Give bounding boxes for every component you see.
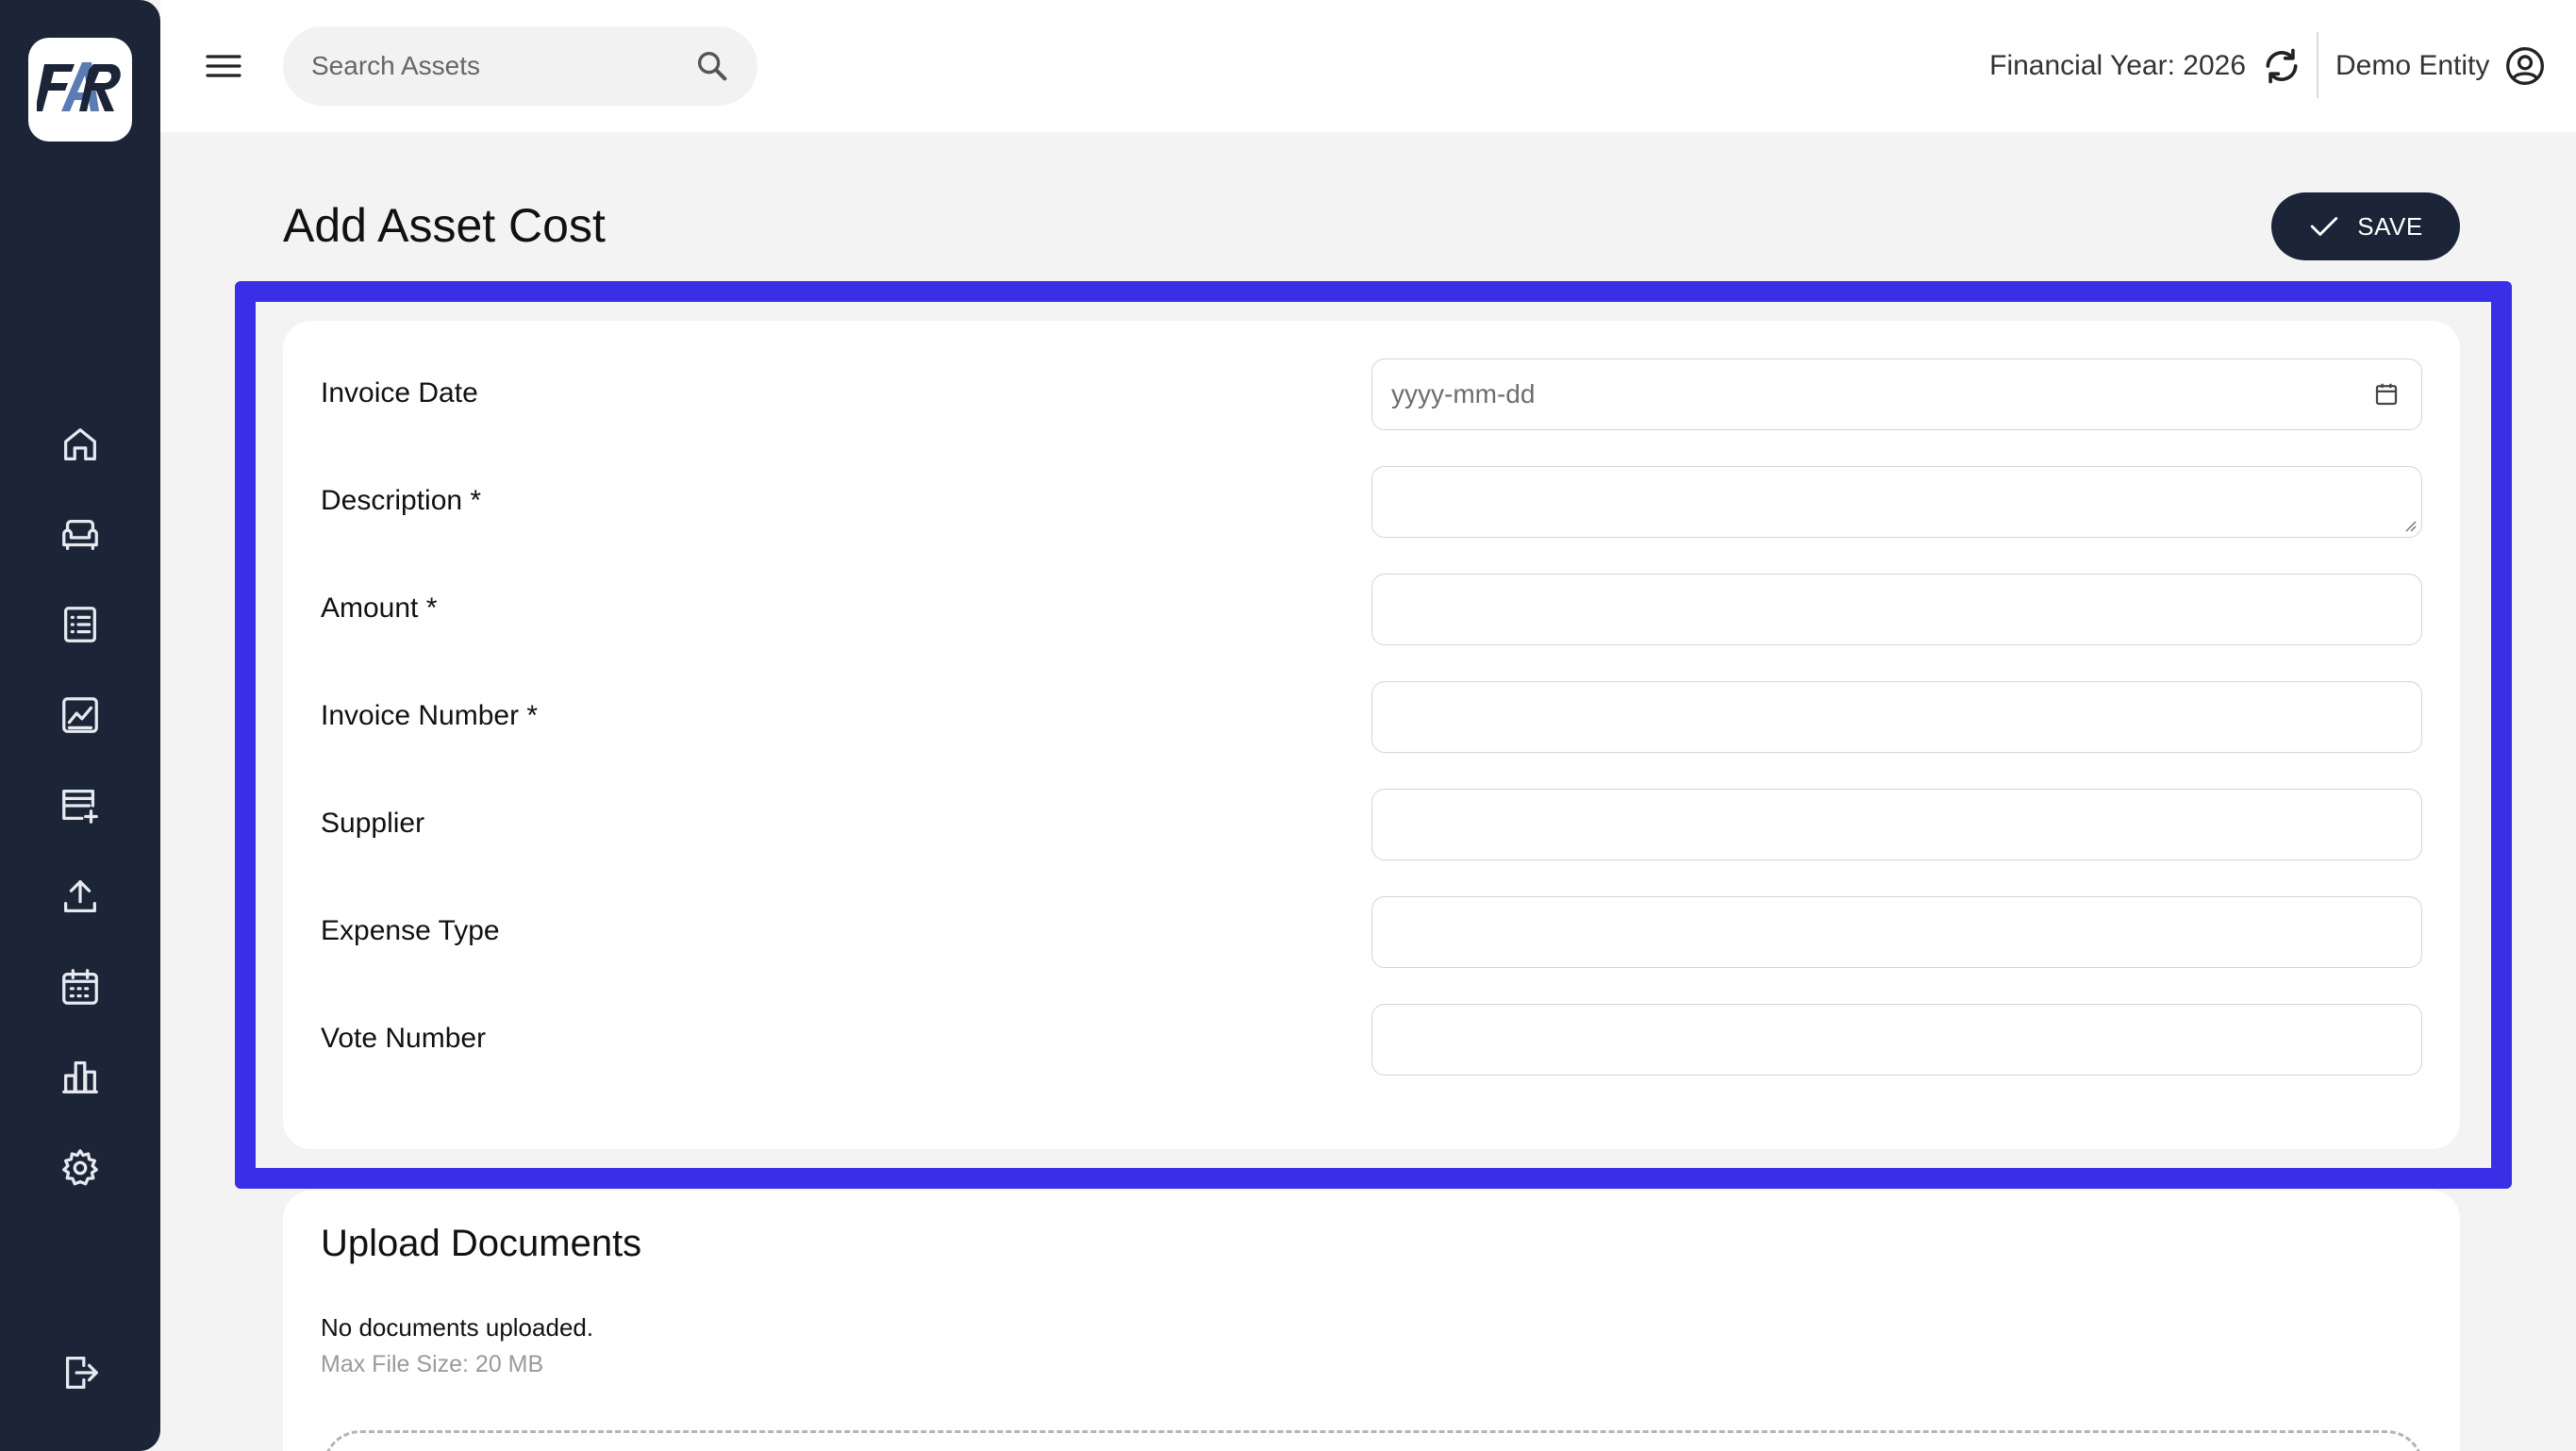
- topbar-divider: [2317, 32, 2318, 98]
- supplier-input[interactable]: [1372, 790, 2421, 859]
- logout-icon[interactable]: [52, 1344, 108, 1401]
- amount-label: Amount *: [321, 592, 438, 624]
- calendar-icon[interactable]: [52, 959, 108, 1015]
- expense-type-input[interactable]: [1372, 897, 2421, 967]
- search-input[interactable]: [283, 26, 757, 106]
- search-bar: [283, 26, 757, 106]
- home-icon[interactable]: [52, 416, 108, 473]
- financial-year-label: Financial Year: 2026: [1989, 50, 2246, 81]
- expense-type-field: [1371, 896, 2422, 968]
- top-bar: Financial Year: 2026: [160, 0, 2576, 132]
- sofa-icon[interactable]: [52, 506, 108, 562]
- bar-chart-icon[interactable]: [52, 1049, 108, 1106]
- description-label: Description *: [321, 485, 482, 516]
- file-dropzone[interactable]: [323, 1430, 2424, 1451]
- no-documents-text: No documents uploaded.: [321, 1313, 594, 1342]
- gear-icon[interactable]: [52, 1140, 108, 1196]
- vote-number-input[interactable]: [1372, 1005, 2421, 1075]
- chart-icon[interactable]: [52, 687, 108, 743]
- invoice-number-field: [1371, 681, 2422, 753]
- vote-number-field: [1371, 1004, 2422, 1076]
- invoice-date-field: [1371, 359, 2422, 430]
- menu-icon[interactable]: [200, 43, 247, 89]
- app-logo[interactable]: [28, 38, 132, 142]
- sidebar: [0, 0, 160, 1451]
- supplier-field: [1371, 789, 2422, 860]
- upload-title: Upload Documents: [321, 1223, 642, 1264]
- entity-switcher[interactable]: Demo Entity: [2335, 45, 2546, 87]
- entity-label: Demo Entity: [2335, 50, 2490, 81]
- upload-icon[interactable]: [52, 868, 108, 925]
- description-field: [1371, 466, 2422, 538]
- logo-icon: [37, 62, 121, 111]
- sync-icon[interactable]: [2261, 45, 2302, 87]
- user-icon[interactable]: [2504, 45, 2546, 87]
- supplier-label: Supplier: [321, 808, 425, 839]
- search-icon[interactable]: [693, 47, 731, 85]
- save-label: SAVE: [2357, 211, 2423, 241]
- save-button[interactable]: SAVE: [2271, 192, 2460, 260]
- list-icon[interactable]: [52, 596, 108, 653]
- invoice-date-input[interactable]: [1372, 359, 2421, 429]
- financial-year[interactable]: Financial Year: 2026: [1989, 45, 2302, 87]
- description-input[interactable]: [1372, 467, 2421, 537]
- amount-field: [1371, 574, 2422, 645]
- expense-type-label: Expense Type: [321, 915, 500, 946]
- max-file-size: Max File Size: 20 MB: [321, 1351, 544, 1377]
- resize-grip-icon[interactable]: [2401, 516, 2418, 533]
- page-title: Add Asset Cost: [283, 199, 606, 252]
- calendar-picker-icon[interactable]: [2372, 380, 2401, 409]
- vote-number-label: Vote Number: [321, 1023, 487, 1054]
- check-icon: [2311, 217, 2338, 236]
- invoice-number-input[interactable]: [1372, 682, 2421, 752]
- amount-input[interactable]: [1372, 575, 2421, 644]
- invoice-number-label: Invoice Number *: [321, 700, 539, 731]
- store-add-icon[interactable]: [52, 777, 108, 834]
- invoice-date-label: Invoice Date: [321, 377, 478, 409]
